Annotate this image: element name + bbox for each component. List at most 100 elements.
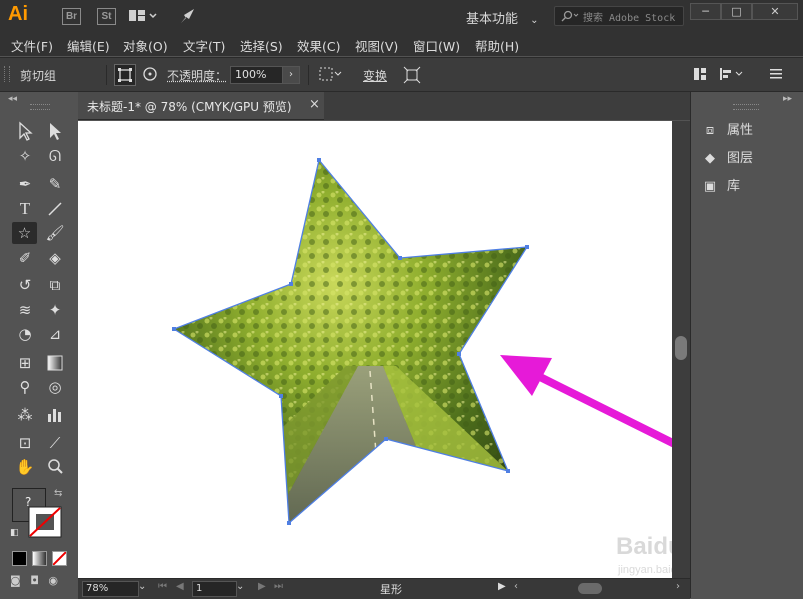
slice-tool-icon[interactable]: ⟋ — [44, 432, 66, 454]
pen-tool-icon[interactable]: ✒ — [14, 173, 36, 195]
layers-icon: ◆ — [705, 151, 715, 166]
lasso-tool-icon[interactable]: ᘏ — [44, 145, 66, 167]
scrollbar-thumb[interactable] — [675, 336, 687, 360]
arrange-documents-button[interactable] — [128, 8, 158, 24]
swap-fill-stroke-icon[interactable]: ⇆ — [54, 488, 62, 499]
shape-builder-tool-icon[interactable]: ◔ — [14, 323, 36, 345]
toolbar-grip[interactable] — [30, 104, 50, 110]
menu-effect[interactable]: 效果(C) — [297, 36, 340, 55]
transform-link[interactable]: 变换 — [363, 67, 387, 84]
document-tab[interactable]: 未标题-1* @ 78% (CMYK/GPU 预览) × — [78, 92, 324, 120]
align-left-icon — [720, 68, 743, 80]
horizontal-scroll-thumb[interactable] — [578, 583, 602, 594]
selection-tool-icon[interactable] — [14, 120, 36, 142]
symbol-sprayer-tool-icon[interactable]: ⁂ — [14, 404, 36, 426]
divider — [106, 65, 107, 85]
line-tool-icon[interactable] — [44, 198, 66, 220]
stock-search-input[interactable]: 搜索 Adobe Stock — [554, 6, 684, 26]
artboard-tool-icon[interactable]: ⊡ — [14, 432, 36, 454]
properties-panel-tab[interactable]: ⧈ 属性 — [701, 119, 801, 143]
vertical-scrollbar[interactable] — [672, 121, 690, 578]
maximize-button[interactable]: □ — [721, 3, 752, 20]
menu-select[interactable]: 选择(S) — [240, 36, 283, 55]
previous-artboard-icon[interactable]: ◀ — [176, 581, 184, 592]
libraries-panel-tab[interactable]: ▣ 库 — [701, 175, 801, 199]
align-options-button[interactable] — [318, 66, 344, 82]
paintbrush-tool-icon[interactable]: 🖌 — [44, 222, 66, 244]
control-bar-grip[interactable] — [4, 66, 10, 82]
edit-contents-button[interactable] — [140, 64, 160, 84]
hand-tool-icon[interactable]: ✋ — [14, 456, 36, 478]
bridge-button[interactable]: Br — [62, 8, 81, 25]
opacity-input[interactable]: 100% — [230, 66, 288, 84]
rotate-tool-icon[interactable]: ↺ — [14, 274, 36, 296]
menu-type[interactable]: 文字(T) — [183, 36, 225, 55]
none-mode-button[interactable] — [52, 551, 67, 566]
menu-window[interactable]: 窗口(W) — [413, 36, 460, 55]
gpu-performance-button[interactable] — [178, 7, 198, 28]
menu-file[interactable]: 文件(F) — [11, 36, 53, 55]
type-tool-icon[interactable]: T — [14, 198, 36, 220]
app-logo: Ai — [8, 3, 28, 25]
clipping-path-icon — [118, 68, 132, 82]
stock-button[interactable]: St — [97, 8, 116, 25]
panel-menu-button[interactable] — [768, 67, 784, 81]
curvature-tool-icon[interactable]: ✎ — [44, 173, 66, 195]
status-menu-icon[interactable]: ▶ — [498, 581, 506, 592]
workspace-switcher[interactable]: 基本功能 ⌄ — [466, 8, 539, 27]
scale-tool-icon[interactable]: ⧉ — [44, 274, 66, 296]
last-artboard-icon[interactable]: ⏭ — [274, 581, 283, 592]
drawing-modes[interactable]: ◙ ◘ ◉ — [10, 574, 70, 590]
eyedropper-tool-icon[interactable]: ⚲ — [14, 376, 36, 398]
zoom-dropdown-icon[interactable]: ⌄ — [138, 581, 146, 592]
mesh-tool-icon[interactable]: ⊞ — [14, 352, 36, 374]
close-window-button[interactable]: ✕ — [752, 3, 798, 20]
menu-bar: 文件(F) 编辑(E) 对象(O) 文字(T) 选择(S) 效果(C) 视图(V… — [0, 33, 803, 56]
artboard-dropdown-icon[interactable]: ⌄ — [236, 581, 244, 592]
collapse-toolbar-icon[interactable]: ◂◂ — [8, 94, 17, 104]
width-tool-icon[interactable]: ≋ — [14, 299, 36, 321]
panel-grip[interactable] — [733, 104, 759, 110]
puppet-warp-tool-icon[interactable]: ✦ — [44, 299, 66, 321]
draw-inside-icon[interactable]: ◉ — [48, 574, 58, 587]
layers-panel-tab[interactable]: ◆ 图层 — [701, 147, 801, 171]
menu-edit[interactable]: 编辑(E) — [67, 36, 110, 55]
artboard-number-field[interactable]: 1 — [192, 581, 237, 597]
draw-behind-icon[interactable]: ◘ — [30, 574, 39, 587]
align-panel-button[interactable] — [718, 66, 748, 82]
eraser-tool-icon[interactable]: ◈ — [44, 247, 66, 269]
scroll-right-icon[interactable]: › — [676, 581, 680, 592]
scroll-left-icon[interactable]: ‹ — [514, 581, 518, 592]
expand-panels-icon[interactable]: ▸▸ — [783, 94, 792, 104]
blend-tool-icon[interactable]: ◎ — [44, 376, 66, 398]
column-graph-tool-icon[interactable] — [44, 404, 66, 426]
isolate-button[interactable] — [402, 65, 422, 85]
minimize-button[interactable]: ─ — [690, 3, 721, 20]
direct-selection-tool-icon[interactable] — [44, 120, 66, 142]
magic-wand-tool-icon[interactable]: ✧ — [14, 145, 36, 167]
draw-normal-icon[interactable]: ◙ — [10, 574, 21, 587]
search-icon — [561, 10, 579, 22]
zoom-tool-icon[interactable] — [44, 456, 66, 478]
zoom-field[interactable]: 78% — [82, 581, 139, 597]
color-mode-button[interactable] — [12, 551, 27, 566]
next-artboard-icon[interactable]: ▶ — [258, 581, 266, 592]
arrange-button[interactable] — [692, 66, 708, 82]
opacity-label[interactable]: 不透明度： — [167, 67, 227, 84]
edit-clipping-path-button[interactable] — [114, 64, 136, 86]
menu-object[interactable]: 对象(O) — [123, 36, 168, 55]
perspective-grid-tool-icon[interactable]: ⊿ — [44, 323, 66, 345]
first-artboard-icon[interactable]: ⏮ — [158, 581, 167, 592]
menu-view[interactable]: 视图(V) — [355, 36, 398, 55]
edit-contents-icon — [143, 67, 157, 81]
star-tool-icon[interactable]: ☆ — [12, 222, 37, 244]
opacity-dropdown-button[interactable]: › — [282, 66, 300, 84]
arrange-documents-icon — [129, 10, 157, 21]
default-fill-stroke-icon[interactable]: ◧ — [10, 528, 19, 538]
gradient-mode-button[interactable] — [32, 551, 47, 566]
gradient-tool-icon[interactable] — [44, 352, 66, 374]
menu-help[interactable]: 帮助(H) — [475, 36, 519, 55]
close-document-icon[interactable]: × — [309, 97, 320, 112]
shaper-tool-icon[interactable]: ✐ — [14, 247, 36, 269]
stroke-swatch[interactable] — [28, 506, 62, 538]
